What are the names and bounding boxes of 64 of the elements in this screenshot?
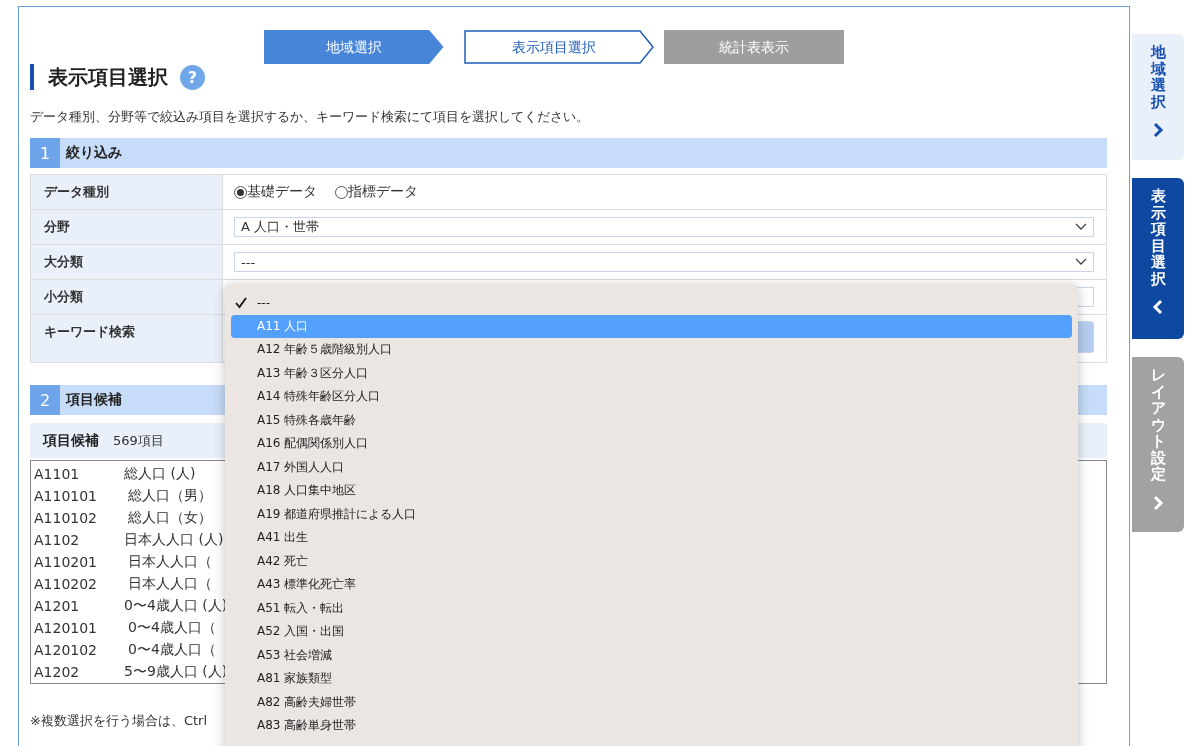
item-code[interactable]: A110101 bbox=[34, 488, 124, 504]
menu-option[interactable]: A83 高齢単身世帯 bbox=[231, 714, 1072, 738]
list-title: 項目候補 bbox=[43, 431, 99, 450]
note-text: ※複数選択を行う場合は、Ctrl bbox=[30, 712, 208, 730]
item-code[interactable]: A1102 bbox=[34, 532, 124, 548]
section-number: 2 bbox=[30, 385, 60, 415]
radio-option[interactable]: 指標データ bbox=[335, 183, 418, 201]
menu-option[interactable]: A19 都道府県推計による人口 bbox=[231, 502, 1072, 526]
select-field[interactable]: A 人口・世帯 bbox=[234, 217, 1094, 237]
item-count: 569項目 bbox=[113, 431, 164, 450]
select-field[interactable]: --- bbox=[234, 252, 1094, 272]
page-heading: 表示項目選択 bbox=[30, 64, 168, 90]
menu-option[interactable]: A18 人口集中地区 bbox=[231, 479, 1072, 503]
menu-option[interactable]: A15 特殊各歳年齢 bbox=[231, 408, 1072, 432]
item-name[interactable]: 総人口（女） bbox=[124, 509, 212, 527]
item-name[interactable]: 0〜4歳人口（ bbox=[124, 619, 216, 637]
step-indicator: 統計表表示 bbox=[663, 30, 844, 64]
menu-option[interactable]: A42 死亡 bbox=[231, 549, 1072, 573]
item-name[interactable]: 総人口（男） bbox=[124, 487, 212, 505]
item-code[interactable]: A110201 bbox=[34, 554, 124, 570]
section-title: 絞り込み bbox=[66, 144, 122, 162]
item-name[interactable]: 日本人人口（ bbox=[124, 575, 212, 593]
row-label: データ種別 bbox=[31, 175, 223, 209]
chevron-right-icon bbox=[1152, 122, 1164, 138]
section-title: 項目候補 bbox=[66, 391, 122, 409]
side-tab[interactable]: 表示項目選択 bbox=[1132, 178, 1184, 339]
row-label: 小分類 bbox=[31, 280, 223, 314]
item-code[interactable]: A120102 bbox=[34, 642, 124, 658]
step-indicator: 表示項目選択 bbox=[463, 30, 654, 64]
menu-option[interactable]: A81 家族類型 bbox=[231, 667, 1072, 691]
menu-option[interactable]: A17 外国人人口 bbox=[231, 455, 1072, 479]
instruction-text: データ種別、分野等で絞込み項目を選択するか、キーワード検索にて項目を選択してください。 bbox=[30, 108, 590, 126]
item-name[interactable]: 日本人人口 (人) bbox=[124, 531, 224, 549]
section-number: 1 bbox=[30, 138, 60, 168]
row-label: 分野 bbox=[31, 210, 223, 244]
menu-option[interactable]: A14 特殊年齢区分人口 bbox=[231, 385, 1072, 409]
item-code[interactable]: A110102 bbox=[34, 510, 124, 526]
item-name[interactable]: 0〜4歳人口（ bbox=[124, 641, 216, 659]
radio-option[interactable]: 基礎データ bbox=[234, 183, 317, 201]
menu-option[interactable]: A51 転入・転出 bbox=[231, 596, 1072, 620]
side-tab[interactable]: 地域選択 bbox=[1132, 34, 1184, 160]
caret-icon bbox=[1075, 258, 1087, 266]
menu-option[interactable]: A43 標準化死亡率 bbox=[231, 573, 1072, 597]
menu-option[interactable]: A12 年齢５歳階級別人口 bbox=[231, 338, 1072, 362]
menu-option[interactable]: A13 年齢３区分人口 bbox=[231, 361, 1072, 385]
caret-icon bbox=[1075, 223, 1087, 231]
row-label: 大分類 bbox=[31, 245, 223, 279]
row-label: キーワード検索 bbox=[31, 315, 223, 362]
menu-option[interactable]: --- bbox=[231, 291, 1072, 315]
item-name[interactable]: 総人口 (人) bbox=[124, 465, 196, 483]
menu-option[interactable]: A41 出生 bbox=[231, 526, 1072, 550]
menu-option[interactable]: A82 高齢夫婦世帯 bbox=[231, 690, 1072, 714]
step-indicator: 地域選択 bbox=[263, 30, 444, 64]
item-code[interactable]: A1101 bbox=[34, 466, 124, 482]
item-code[interactable]: A1202 bbox=[34, 664, 124, 680]
chevron-left-icon bbox=[1152, 299, 1164, 315]
item-code[interactable]: A110202 bbox=[34, 576, 124, 592]
menu-option[interactable]: A53 社会増減 bbox=[231, 643, 1072, 667]
item-code[interactable]: A120101 bbox=[34, 620, 124, 636]
item-code[interactable]: A1201 bbox=[34, 598, 124, 614]
chevron-right-icon bbox=[1152, 494, 1164, 511]
item-name[interactable]: 日本人人口（ bbox=[124, 553, 212, 571]
menu-option[interactable]: A16 配偶関係別人口 bbox=[231, 432, 1072, 456]
menu-option[interactable]: A52 入国・出国 bbox=[231, 620, 1072, 644]
